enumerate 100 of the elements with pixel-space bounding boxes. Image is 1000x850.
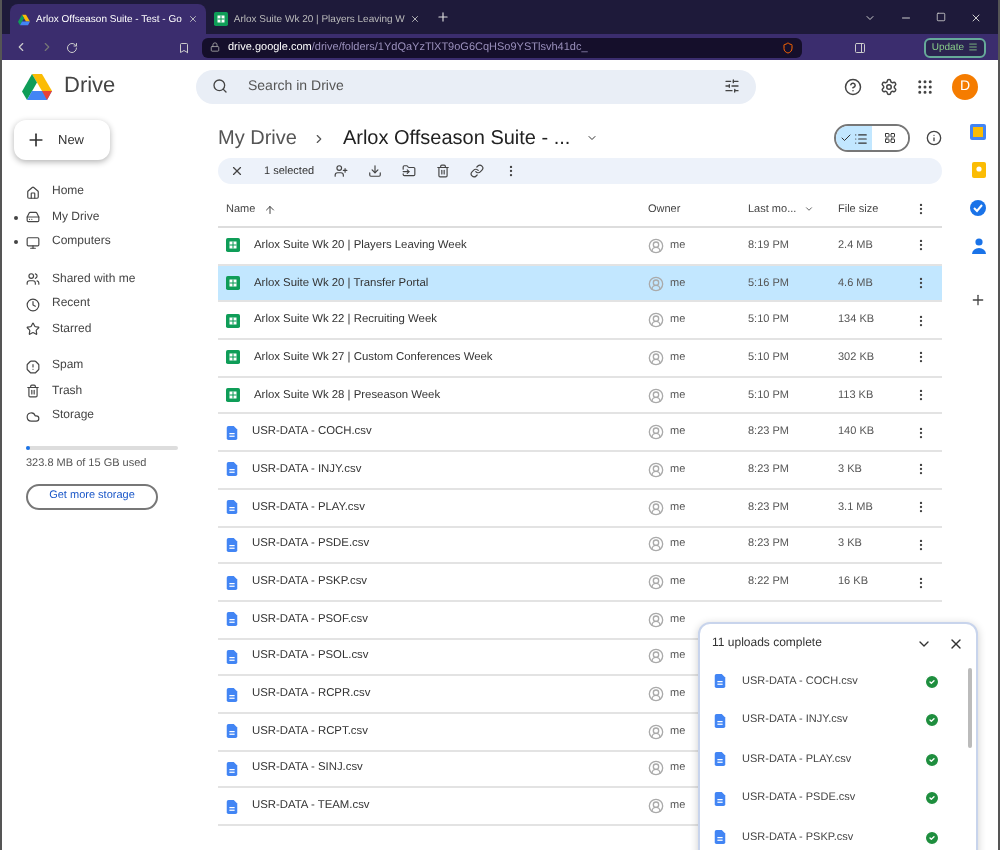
maximize-icon[interactable]: [936, 11, 946, 21]
app-name: Drive: [64, 74, 118, 98]
new-tab-icon[interactable]: [436, 10, 451, 24]
more-icon[interactable]: [914, 238, 928, 253]
document-icon: [226, 649, 238, 664]
tab-list-icon[interactable]: [864, 11, 876, 23]
more-icon[interactable]: [914, 350, 928, 365]
breadcrumb[interactable]: My Drive: [218, 127, 297, 149]
info-icon[interactable]: [926, 130, 942, 146]
user-icon: [648, 349, 664, 366]
add-icon[interactable]: [970, 292, 986, 308]
user-icon: [648, 686, 664, 703]
document-icon: [226, 500, 238, 515]
trash-icon[interactable]: [436, 164, 451, 178]
user-icon: [648, 237, 664, 254]
user-icon: [648, 723, 664, 740]
apps-icon[interactable]: [916, 77, 934, 95]
document-icon: [714, 830, 726, 845]
document-icon: [714, 674, 726, 689]
spreadsheet-icon: [226, 350, 240, 365]
document-icon: [226, 575, 238, 590]
settings-icon[interactable]: [880, 77, 898, 95]
spreadsheet-icon: [226, 276, 240, 291]
more-icon[interactable]: [914, 575, 928, 590]
close-icon[interactable]: [948, 635, 964, 651]
computer-icon: [26, 235, 40, 250]
document-icon: [226, 537, 238, 552]
user-icon: [648, 536, 664, 553]
breadcrumb[interactable]: Arlox Offseason Suite - ...: [342, 127, 571, 149]
spreadsheet-icon: [226, 313, 240, 328]
more-icon[interactable]: [914, 276, 928, 291]
list-view-button[interactable]: [836, 126, 872, 150]
dropdown-icon[interactable]: [586, 132, 599, 144]
back-icon[interactable]: [14, 40, 28, 54]
spam-icon: [26, 359, 40, 374]
user-icon: [648, 499, 664, 516]
caret-icon[interactable]: [804, 204, 815, 214]
document-icon: [226, 425, 238, 440]
user-icon: [648, 574, 664, 591]
list-icon: [854, 131, 868, 145]
share-icon[interactable]: [334, 164, 349, 178]
user-icon: [648, 760, 664, 777]
user-icon: [648, 611, 664, 628]
more-icon[interactable]: [914, 388, 928, 403]
home-icon: [26, 185, 40, 200]
user-icon: [648, 312, 664, 329]
document-icon: [226, 462, 238, 477]
forward-icon[interactable]: [40, 40, 54, 54]
cloud-icon: [26, 409, 40, 424]
grid-icon: [884, 132, 896, 144]
lock-icon: [210, 42, 220, 52]
more-icon[interactable]: [914, 425, 928, 440]
sort-arrow-icon[interactable]: [263, 203, 276, 215]
document-icon: [226, 761, 238, 776]
clock-icon: [26, 297, 40, 312]
plus-icon: [26, 130, 46, 150]
star-icon: [26, 322, 40, 337]
document-icon: [226, 724, 238, 739]
scrollbar[interactable]: [968, 668, 972, 748]
user-icon: [648, 461, 664, 478]
move-icon[interactable]: [402, 164, 417, 178]
document-icon: [714, 791, 726, 806]
more-icon[interactable]: [914, 500, 928, 515]
trash-icon: [26, 384, 40, 399]
search-icon: [212, 78, 228, 94]
user-icon: [648, 648, 664, 665]
bookmark-icon[interactable]: [178, 41, 190, 53]
link-icon[interactable]: [470, 164, 485, 178]
drive-logo-icon: [18, 13, 30, 25]
contact-icon[interactable]: [971, 238, 985, 254]
menu-icon[interactable]: [968, 42, 978, 52]
spreadsheet-icon: [226, 238, 240, 253]
document-icon: [226, 612, 238, 627]
user-icon: [648, 387, 664, 404]
help-icon[interactable]: [844, 77, 862, 95]
drive-icon: [26, 210, 40, 225]
filter-icon[interactable]: [724, 78, 740, 94]
minimize-icon[interactable]: [900, 11, 912, 23]
document-icon: [714, 752, 726, 767]
check-icon: [840, 132, 852, 144]
spreadsheet-icon: [213, 12, 228, 26]
user-icon: [648, 424, 664, 441]
download-icon[interactable]: [368, 164, 383, 178]
shield-icon: [782, 41, 794, 53]
drive-logo-icon: [22, 73, 52, 99]
sidebar-icon[interactable]: [854, 41, 866, 53]
user-icon: [648, 798, 664, 815]
document-icon: [226, 799, 238, 814]
more-icon[interactable]: [914, 202, 928, 216]
reload-icon[interactable]: [66, 41, 78, 53]
document-icon: [226, 687, 238, 702]
document-icon: [714, 713, 726, 728]
close-icon[interactable]: [230, 164, 244, 178]
chevron-icon: [312, 131, 327, 145]
more-icon[interactable]: [914, 313, 928, 328]
more-icon[interactable]: [914, 537, 928, 552]
more-icon[interactable]: [914, 462, 928, 477]
tasks-icon[interactable]: [970, 200, 986, 216]
spreadsheet-icon: [226, 388, 240, 403]
user-icon: [648, 275, 664, 292]
